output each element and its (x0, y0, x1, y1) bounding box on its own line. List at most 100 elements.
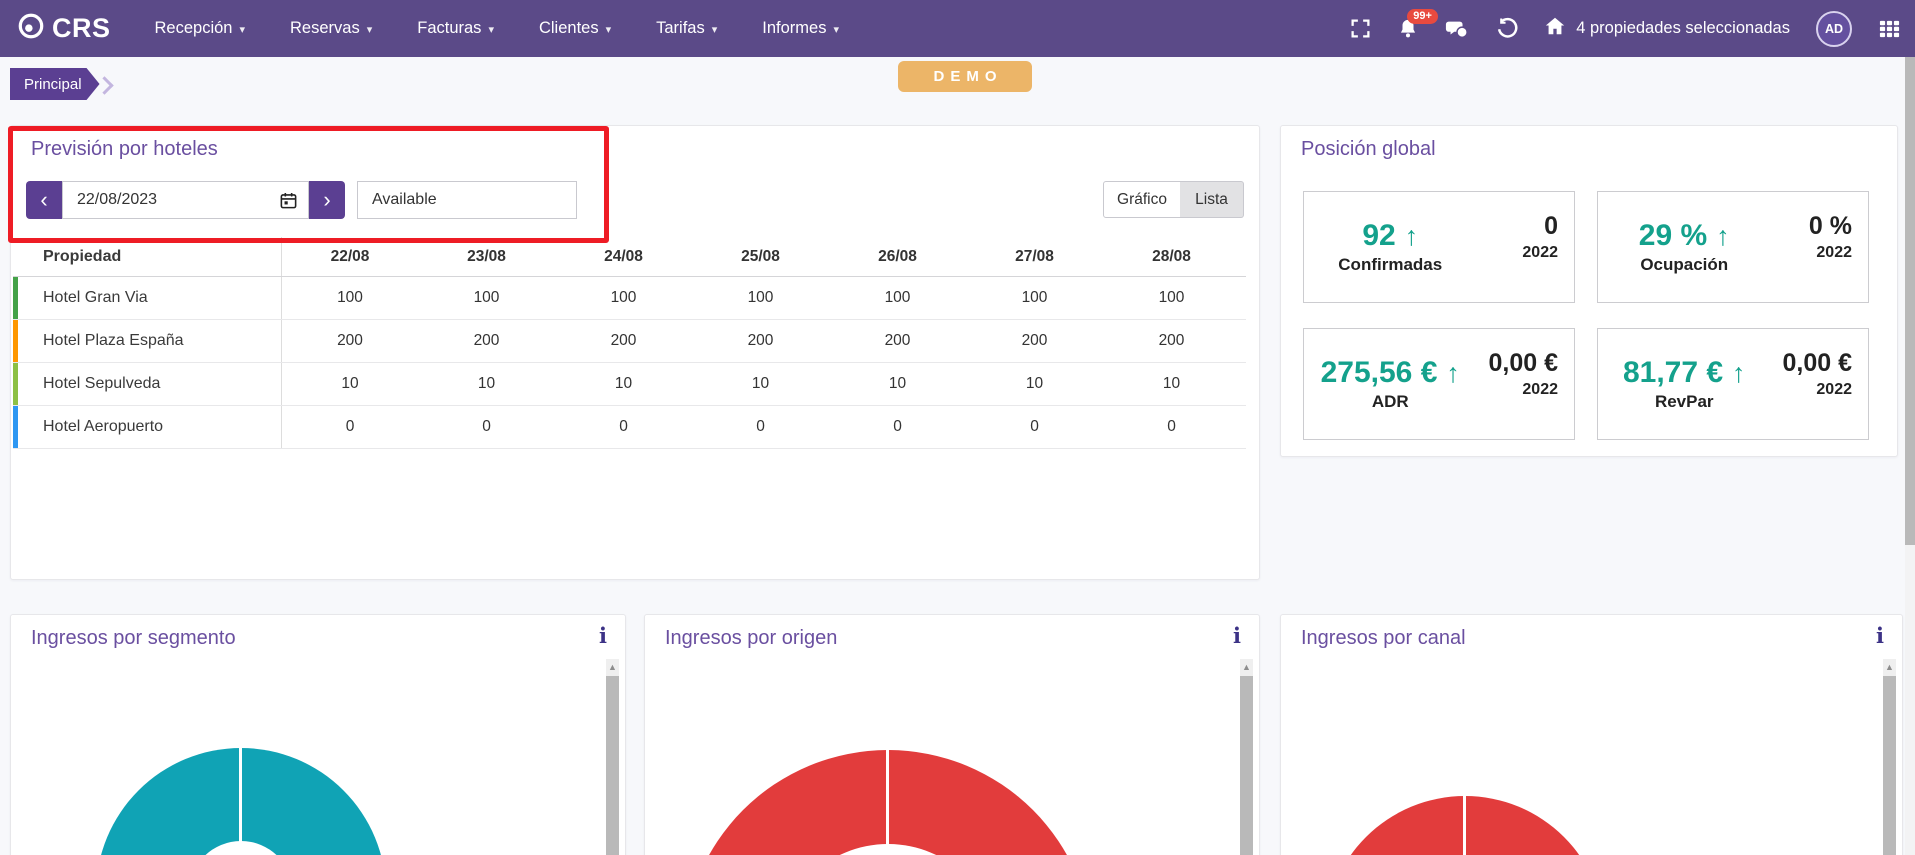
up-arrow-icon: ↑ (1732, 358, 1746, 389)
scroll-up-icon[interactable]: ▲ (606, 659, 619, 674)
availability-value: 200 (418, 332, 555, 350)
availability-value: 0 (555, 418, 692, 436)
view-toggle-lista[interactable]: Lista (1180, 181, 1244, 218)
top-navbar: CRS Recepción ▾ Reservas ▾ Facturas ▾ Cl… (0, 0, 1915, 57)
menu-item-clientes[interactable]: Clientes ▾ (531, 13, 619, 44)
stat-previous-year: 2022 (1522, 244, 1558, 262)
availability-value: 100 (281, 277, 418, 319)
page-scrollbar-thumb[interactable] (1905, 57, 1915, 545)
income-by-origin-panel: Ingresos por origen i ▲ (644, 614, 1260, 855)
column-header-date: 25/08 (692, 248, 829, 266)
menu-item-recepcion[interactable]: Recepción ▾ (147, 13, 254, 44)
stat-value: 92 (1362, 219, 1395, 253)
caret-down-icon: ▾ (712, 23, 718, 36)
scrollbar-thumb[interactable] (1883, 676, 1896, 855)
notifications-bell-icon[interactable]: 99+ (1397, 18, 1419, 40)
availability-value: 0 (966, 418, 1103, 436)
info-icon[interactable]: i (1233, 623, 1241, 648)
next-day-button[interactable]: › (309, 181, 345, 219)
availability-value: 10 (555, 375, 692, 393)
income-by-channel-panel: Ingresos por canal i ▲ (1280, 614, 1903, 855)
forecast-panel-title: Previsión por hoteles (31, 138, 218, 161)
menu-item-reservas[interactable]: Reservas ▾ (282, 13, 380, 44)
dashboard-page: CRS Recepción ▾ Reservas ▾ Facturas ▾ Cl… (0, 0, 1915, 855)
column-header-date: 28/08 (1103, 248, 1240, 266)
up-arrow-icon: ↑ (1405, 221, 1419, 252)
global-position-title: Posición global (1301, 138, 1436, 161)
stat-card-adr: 275,56 € ↑ ADR 0,00 € 2022 (1303, 328, 1575, 440)
panel-scrollbar[interactable]: ▲ (1883, 659, 1896, 855)
date-value: 22/08/2023 (77, 191, 157, 209)
availability-value: 100 (1103, 289, 1240, 307)
stat-label: Confirmadas (1338, 255, 1442, 275)
availability-value: 0 (1103, 418, 1240, 436)
column-header-propiedad: Propiedad (13, 248, 281, 266)
stat-previous-year: 2022 (1522, 381, 1558, 399)
menu-item-tarifas[interactable]: Tarifas ▾ (648, 13, 725, 44)
apps-grid-icon[interactable] (1878, 17, 1901, 40)
forecast-table-row: Hotel Gran Via 100 100 100 100 100 100 1… (13, 277, 1246, 320)
panel-scrollbar[interactable]: ▲ (606, 659, 619, 855)
scrollbar-thumb[interactable] (606, 676, 619, 855)
user-avatar[interactable]: AD (1816, 11, 1852, 47)
panel-scrollbar[interactable]: ▲ (1240, 659, 1253, 855)
availability-filter-select[interactable]: Available (357, 181, 577, 219)
brand-name: CRS (52, 13, 111, 44)
property-name: Hotel Aeropuerto (13, 418, 281, 436)
brand-logo[interactable]: CRS (16, 11, 111, 46)
navbar-right-cluster: 99+ 4 propiedades (1350, 0, 1901, 57)
info-icon[interactable]: i (599, 623, 607, 648)
availability-value: 200 (1103, 332, 1240, 350)
page-scrollbar[interactable] (1905, 57, 1915, 855)
notifications-count-badge: 99+ (1407, 9, 1438, 24)
stat-previous-year: 2022 (1816, 381, 1852, 399)
stat-label: Ocupación (1640, 255, 1728, 275)
calendar-icon[interactable] (279, 191, 298, 215)
availability-value: 100 (418, 289, 555, 307)
scroll-up-icon[interactable]: ▲ (1240, 659, 1253, 674)
availability-value: 10 (418, 375, 555, 393)
chevron-left-icon: ‹ (40, 189, 47, 211)
main-menu: Recepción ▾ Reservas ▾ Facturas ▾ Client… (147, 13, 847, 44)
stat-value: 275,56 € (1321, 356, 1438, 390)
history-icon[interactable] (1495, 17, 1518, 40)
availability-value: 10 (692, 375, 829, 393)
property-color-bar (13, 320, 18, 362)
availability-value: 10 (829, 375, 966, 393)
stat-previous-value: 0 % (1809, 212, 1852, 241)
caret-down-icon: ▾ (833, 23, 839, 36)
column-header-date: 23/08 (418, 248, 555, 266)
property-name: Hotel Plaza España (13, 332, 281, 350)
donut-slice-divider (239, 748, 242, 843)
info-icon[interactable]: i (1876, 623, 1884, 648)
property-color-bar (13, 406, 18, 448)
selected-properties[interactable]: 4 propiedades seleccionadas (1544, 15, 1790, 42)
income-by-segment-panel: Ingresos por segmento i ▲ (10, 614, 626, 855)
chevron-right-icon: › (323, 189, 330, 211)
fullscreen-icon[interactable] (1350, 18, 1371, 39)
forecast-table-row: Hotel Plaza España 200 200 200 200 200 2… (13, 320, 1246, 363)
view-toggle-grafico[interactable]: Gráfico (1103, 181, 1181, 218)
property-name: Hotel Sepulveda (13, 375, 281, 393)
forecast-table-row: Hotel Aeropuerto 0 0 0 0 0 0 0 (13, 406, 1246, 449)
scroll-up-icon[interactable]: ▲ (1883, 659, 1896, 674)
breadcrumb[interactable]: Principal (10, 68, 100, 100)
menu-item-facturas[interactable]: Facturas ▾ (409, 13, 502, 44)
caret-down-icon: ▾ (488, 23, 494, 36)
previous-day-button[interactable]: ‹ (26, 181, 62, 219)
menu-item-informes[interactable]: Informes ▾ (754, 13, 847, 44)
selected-properties-label: 4 propiedades seleccionadas (1576, 19, 1790, 38)
availability-value: 200 (966, 332, 1103, 350)
scrollbar-thumb[interactable] (1240, 676, 1253, 855)
column-header-date: 22/08 (281, 237, 418, 276)
messages-icon[interactable] (1445, 17, 1469, 41)
forecast-table-header-row: Propiedad 22/08 23/08 24/08 25/08 26/08 … (13, 237, 1246, 277)
availability-value: 200 (281, 320, 418, 362)
date-input[interactable]: 22/08/2023 (62, 181, 309, 219)
availability-value: 0 (281, 406, 418, 448)
stat-previous-value: 0 (1544, 212, 1558, 241)
global-position-panel: Posición global 92 ↑ Confirmadas 0 2022 … (1280, 125, 1898, 457)
up-arrow-icon: ↑ (1716, 221, 1730, 252)
availability-value: 10 (281, 363, 418, 405)
donut-slice-divider (1463, 796, 1466, 855)
